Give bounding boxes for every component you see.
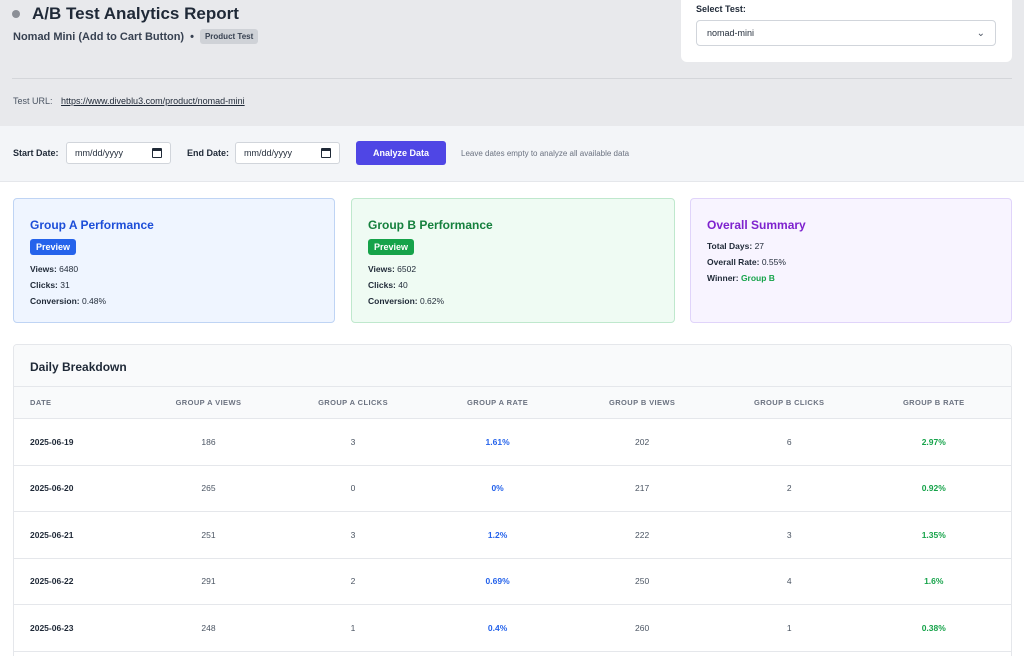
cell-b-rate: 1.6% [924, 576, 944, 587]
summary-total-days: Total Days: 27 [707, 241, 765, 251]
cell-b-views: 250 [635, 576, 650, 587]
cell-a-clicks: 3 [350, 529, 356, 540]
test-select-value: nomad-mini [707, 28, 755, 38]
status-dot-icon [12, 10, 20, 18]
overall-summary-card: Overall Summary Total Days: 27 Overall R… [690, 198, 1012, 323]
cell-b-views: 260 [635, 622, 650, 633]
select-test-label: Select Test: [696, 4, 746, 14]
column-header-a-rate: GROUP A RATE [467, 398, 529, 407]
header-divider [12, 78, 1012, 79]
test-type-badge: Product Test [199, 29, 259, 44]
group-b-title: Group B Performance [368, 218, 493, 232]
table-title: Daily Breakdown [30, 360, 127, 374]
group-a-conversion: Conversion: 0.48% [30, 296, 107, 306]
cell-a-views: 291 [201, 576, 216, 587]
group-b-card: Group B Performance Preview Views: 6502 … [351, 198, 675, 323]
table-header: Daily Breakdown [14, 345, 1011, 387]
column-header-b-rate: GROUP B RATE [902, 398, 965, 407]
cell-b-clicks: 1 [786, 622, 792, 633]
page-title: A/B Test Analytics Report [32, 4, 239, 23]
calendar-icon[interactable] [152, 148, 162, 158]
cell-date: 2025-06-22 [30, 576, 74, 587]
column-header-a-views: GROUP A VIEWS [175, 398, 242, 407]
column-header-b-clicks: GROUP B CLICKS [753, 398, 825, 407]
cell-b-views: 202 [635, 436, 650, 447]
group-b-preview-badge[interactable]: Preview [368, 239, 415, 255]
cell-a-views: 265 [201, 483, 216, 494]
cell-date: 2025-06-23 [30, 622, 74, 633]
cell-b-rate: 2.97% [921, 436, 946, 447]
cell-a-rate: 0.4% [487, 622, 508, 633]
group-b-views: Views: 6502 [368, 264, 417, 274]
group-b-conversion: Conversion: 0.62% [368, 296, 445, 306]
analyze-data-button[interactable]: Analyze Data [356, 141, 446, 165]
column-header-b-views: GROUP B VIEWS [608, 398, 676, 407]
cell-date: 2025-06-20 [30, 483, 74, 494]
title-row: A/B Test Analytics Report [12, 4, 239, 24]
summary-winner: Winner: Group B [707, 273, 775, 283]
cell-b-clicks: 3 [786, 529, 792, 540]
cell-a-rate: 1.2% [487, 529, 508, 540]
test-name: Nomad Mini (Add to Cart Button) [13, 30, 185, 43]
cell-date: 2025-06-19 [30, 436, 74, 447]
chevron-down-icon: ⌄ [976, 27, 985, 39]
date-filter-bar: Start Date: mm/dd/yyyy End Date: mm/dd/y… [0, 126, 1024, 182]
cell-a-rate: 0.69% [485, 576, 510, 587]
group-a-views: Views: 6480 [30, 264, 79, 274]
group-a-clicks: Clicks: 31 [30, 280, 70, 290]
summary-overall-rate: Overall Rate: 0.55% [707, 257, 786, 267]
start-date-placeholder: mm/dd/yyyy [75, 148, 124, 158]
test-url-link[interactable]: https://www.diveblu3.com/product/nomad-m… [61, 96, 245, 106]
cell-b-views: 222 [635, 529, 650, 540]
cell-a-rate: 0% [491, 483, 504, 494]
cell-a-views: 251 [201, 529, 216, 540]
test-select-card: Select Test: nomad-mini ⌄ [681, 0, 1012, 62]
test-select-dropdown[interactable]: nomad-mini ⌄ [696, 20, 996, 46]
start-date-label: Start Date: [13, 148, 59, 158]
cell-date: 2025-06-21 [30, 529, 74, 540]
group-a-card: Group A Performance Preview Views: 6480 … [13, 198, 335, 323]
cell-b-clicks: 4 [786, 576, 792, 587]
cell-b-clicks: 2 [786, 483, 792, 494]
separator-bullet: • [190, 30, 194, 43]
date-hint-text: Leave dates empty to analyze all availab… [461, 149, 630, 158]
table-row: 2025-06-20 265 0 0% 217 2 0.92% [14, 466, 1011, 512]
table-row: 2025-06-21 251 3 1.2% 222 3 1.35% [14, 512, 1011, 559]
daily-breakdown-table: Daily Breakdown DATE GROUP A VIEWS GROUP… [13, 344, 1012, 656]
table-row: 2025-06-19 186 3 1.61% 202 6 2.97% [14, 419, 1011, 466]
group-a-title: Group A Performance [30, 218, 154, 232]
group-b-clicks: Clicks: 40 [368, 280, 408, 290]
test-url-label: Test URL: [13, 96, 53, 106]
group-a-preview-badge[interactable]: Preview [30, 239, 77, 255]
cell-a-views: 186 [201, 436, 216, 447]
summary-title: Overall Summary [707, 218, 806, 232]
start-date-input[interactable]: mm/dd/yyyy [66, 142, 171, 164]
cell-a-clicks: 0 [350, 483, 356, 494]
cell-a-views: 248 [201, 622, 216, 633]
cell-b-views: 217 [635, 483, 650, 494]
table-row: 2025-06-22 291 2 0.69% 250 4 1.6% [14, 559, 1011, 605]
table-column-headers: DATE GROUP A VIEWS GROUP A CLICKS GROUP … [14, 387, 1011, 419]
end-date-input[interactable]: mm/dd/yyyy [235, 142, 340, 164]
cell-b-rate: 0.92% [921, 483, 946, 494]
cell-a-clicks: 3 [350, 436, 356, 447]
cell-a-rate: 1.61% [485, 436, 510, 447]
subtitle-row: Nomad Mini (Add to Cart Button) • Produc… [13, 29, 259, 44]
cell-a-clicks: 1 [350, 622, 356, 633]
cell-b-clicks: 6 [786, 436, 792, 447]
cell-a-clicks: 2 [350, 576, 356, 587]
cell-b-rate: 1.35% [921, 529, 946, 540]
end-date-placeholder: mm/dd/yyyy [244, 148, 293, 158]
end-date-label: End Date: [187, 148, 230, 158]
column-header-a-clicks: GROUP A CLICKS [318, 398, 388, 407]
cell-b-rate: 0.38% [921, 622, 946, 633]
table-row: 2025-06-23 248 1 0.4% 260 1 0.38% [14, 605, 1011, 652]
column-header-date: DATE [30, 398, 52, 407]
test-url-row: Test URL: https://www.diveblu3.com/produ… [13, 96, 245, 106]
calendar-icon[interactable] [321, 148, 331, 158]
